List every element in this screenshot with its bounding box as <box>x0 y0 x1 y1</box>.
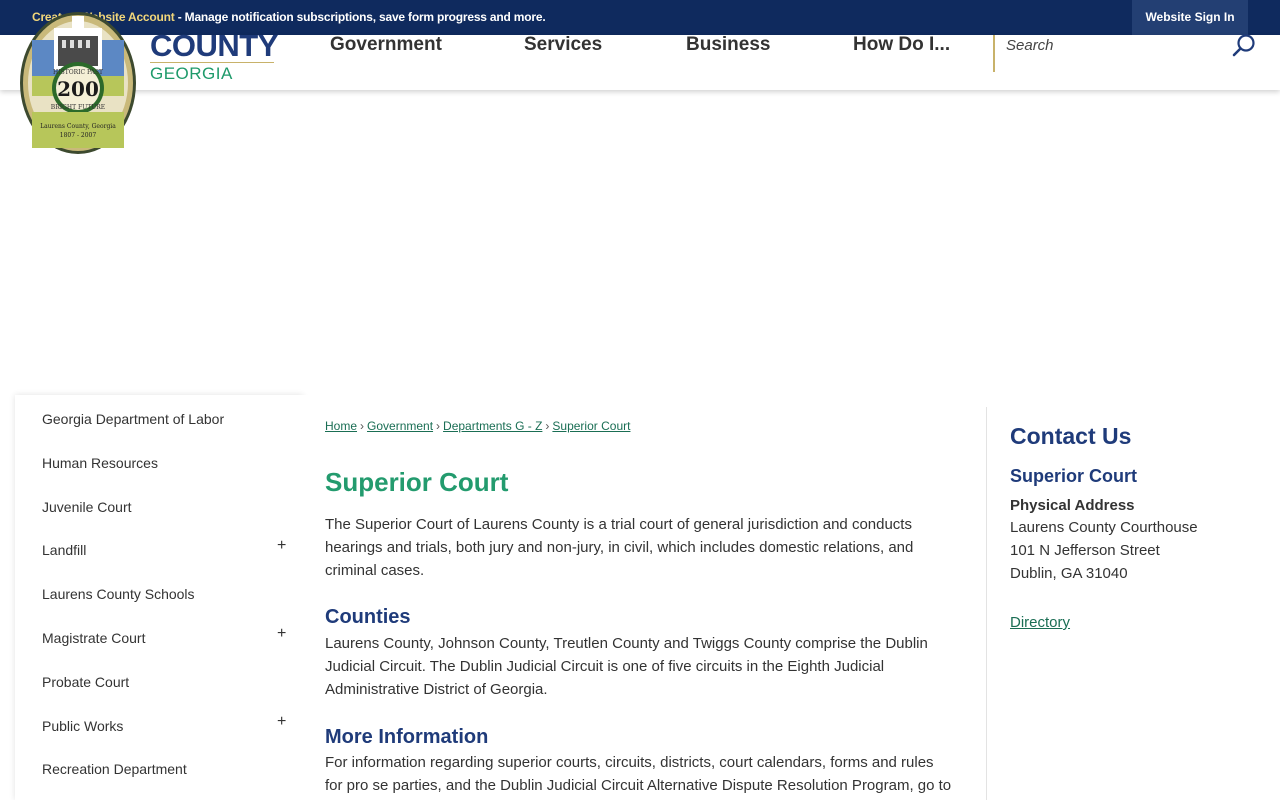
breadcrumb-separator: › <box>360 419 365 433</box>
logo-ring-top: HISTORIC PAST <box>53 69 103 76</box>
address-line: Laurens County Courthouse <box>1010 519 1198 536</box>
sidebar-item-label: Landfill <box>42 542 87 559</box>
counties-paragraph: Laurens County, Johnson County, Treutlen… <box>325 632 965 701</box>
contact-heading: Contact Us <box>1010 423 1132 449</box>
intro-line: hearings and trials, both jury and non-j… <box>325 539 914 556</box>
contact-name: Superior Court <box>1010 466 1138 486</box>
more-info-heading: More Information <box>325 726 489 748</box>
page-title: Superior Court <box>325 467 509 497</box>
logo-caption: Laurens County, Georgia <box>40 123 116 130</box>
sidebar-item-label: Juvenile Court <box>42 498 132 515</box>
search-divider <box>993 35 995 72</box>
breadcrumb-current[interactable]: Superior Court <box>552 419 630 433</box>
logo-ring-bottom: BRIGHT FUTURE <box>51 104 105 111</box>
counties-heading: Counties <box>325 606 411 628</box>
breadcrumb-separator: › <box>545 419 550 433</box>
expand-toggle-icon[interactable]: + <box>277 625 286 643</box>
address-label: Physical Address <box>1010 497 1135 514</box>
sidebar-item-label: Human Resources <box>42 454 158 471</box>
account-message-text: - Manage notification subscriptions, sav… <box>174 10 546 24</box>
sidebar-item[interactable]: Landfill + <box>15 528 303 572</box>
counties-line: Judicial Circuit. The Dublin Judicial Ci… <box>325 658 885 675</box>
brand-divider <box>150 62 274 63</box>
breadcrumb-government[interactable]: Government <box>367 419 433 433</box>
column-divider <box>986 407 987 800</box>
expand-toggle-icon[interactable]: + <box>277 713 286 731</box>
intro-paragraph: The Superior Court of Laurens County is … <box>325 513 965 582</box>
sidebar-item[interactable]: Laurens County Schools <box>15 572 303 616</box>
nav-how-do-i[interactable]: How Do I... <box>853 34 950 56</box>
breadcrumb-home[interactable]: Home <box>325 419 357 433</box>
sidebar-item-label: Georgia Department of Labor <box>42 411 225 427</box>
breadcrumb-departments[interactable]: Departments G - Z <box>443 419 542 433</box>
sidebar-item-label: Probate Court <box>42 673 130 690</box>
sidebar-item[interactable]: Human Resources <box>15 441 303 485</box>
nav-government[interactable]: Government <box>330 34 442 56</box>
county-seal-logo[interactable]: HISTORIC PAST BRIGHT FUTURE 200 Laurens … <box>18 10 138 155</box>
search-input[interactable] <box>1000 35 1220 55</box>
sidebar-item[interactable]: Juvenile Court <box>15 485 303 529</box>
sidebar-item-label: Public Works <box>42 717 124 734</box>
more-info-line: for pro se parties, and the Dublin Judic… <box>325 777 952 794</box>
brand-county[interactable]: COUNTY <box>150 28 278 64</box>
intro-line: criminal cases. <box>325 562 425 579</box>
address-line: 101 N Jefferson Street <box>1010 542 1160 559</box>
intro-line: The Superior Court of Laurens County is … <box>325 516 912 533</box>
more-info-paragraph: For information regarding superior court… <box>325 751 965 797</box>
sidebar-item[interactable]: Probate Court <box>15 660 303 704</box>
sidebar-item[interactable]: Magistrate Court + <box>15 616 303 660</box>
counties-line: Laurens County, Johnson County, Treutlen… <box>325 635 928 652</box>
sidebar-item[interactable]: Recreation Department <box>15 747 303 791</box>
counties-line: Administrative District of Georgia. <box>325 681 548 698</box>
expand-toggle-icon[interactable]: + <box>277 537 286 555</box>
sidebar-item-label: Magistrate Court <box>42 630 146 646</box>
nav-business[interactable]: Business <box>686 34 770 56</box>
directory-link[interactable]: Directory <box>1010 614 1070 631</box>
more-info-line: For information regarding superior court… <box>325 754 934 771</box>
breadcrumb: Home › Government › Departments G - Z › Superi… <box>325 419 630 433</box>
sidebar-item[interactable]: Georgia Department of Labor <box>15 397 303 441</box>
search-icon[interactable] <box>1230 32 1258 60</box>
sidebar-item-label: Laurens County Schools <box>42 586 195 603</box>
sidebar-item[interactable]: Public Works + <box>15 704 303 748</box>
sidebar-item-label: Recreation Department <box>42 761 187 778</box>
logo-number: 200 <box>57 77 99 101</box>
brand-state[interactable]: GEORGIA <box>150 64 233 84</box>
sign-in-button[interactable]: Website Sign In <box>1132 0 1248 35</box>
address-line: Dublin, GA 31040 <box>1010 565 1128 582</box>
nav-services[interactable]: Services <box>524 34 602 56</box>
breadcrumb-separator: › <box>436 419 441 433</box>
logo-years: 1807 - 2007 <box>60 132 97 139</box>
